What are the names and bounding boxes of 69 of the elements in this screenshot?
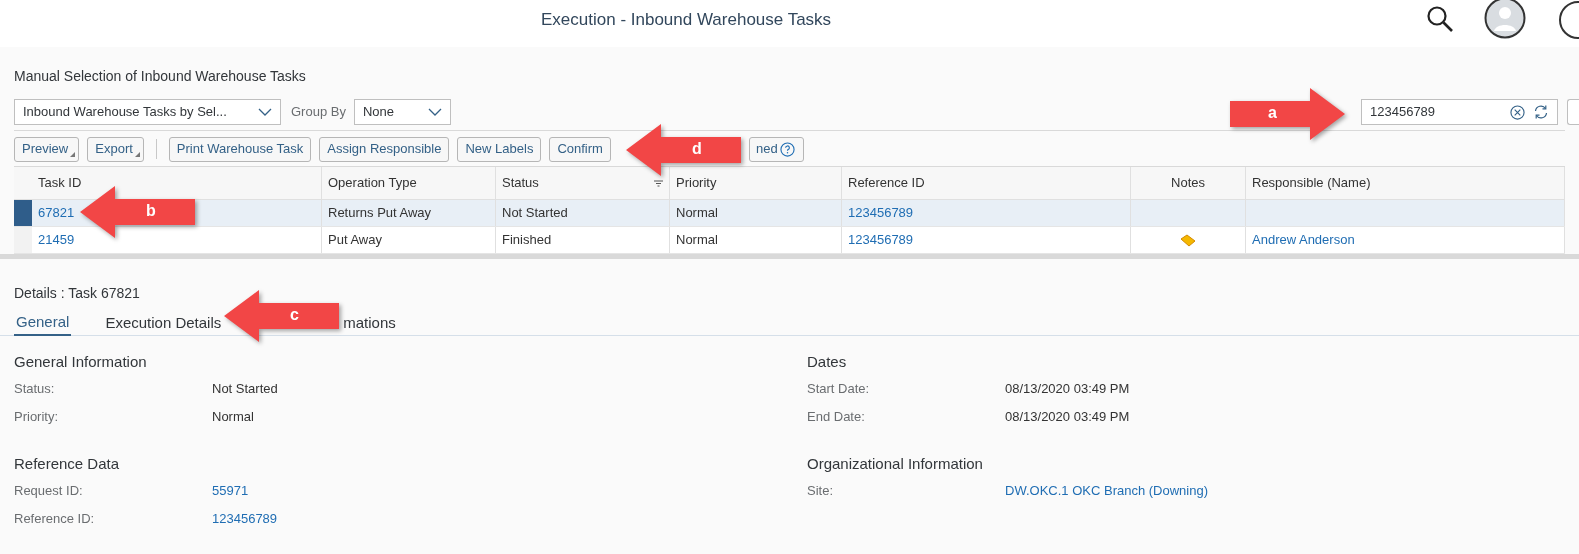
toolbar-button[interactable]: Assign Responsible (319, 136, 450, 162)
field-value-link[interactable]: DW.OKC.1 OKC Branch (Downing) (1005, 481, 1208, 501)
avatar-icon[interactable] (1484, 0, 1526, 39)
section-title: Reference Data (14, 453, 121, 474)
tab[interactable]: General (14, 310, 72, 336)
field-value: 08/13/2020 03:49 PM (1005, 380, 1130, 399)
table-cell-text: Put Away (328, 231, 382, 250)
callout-label: b (146, 201, 156, 221)
table-cell-text: Normal (676, 204, 718, 223)
filter-icon (654, 179, 663, 187)
table-cell-link[interactable]: Andrew Anderson (1252, 230, 1355, 250)
field-value: Normal (212, 408, 254, 427)
field-value: Not Started (212, 380, 278, 399)
field-label: Status: (14, 380, 56, 399)
table-cell-link[interactable]: 123456789 (848, 230, 914, 250)
field-label: Start Date: (807, 380, 871, 399)
table-cell-text: Finished (502, 231, 552, 250)
note-icon[interactable] (1180, 233, 1196, 247)
toolbar-button[interactable]: ned (748, 136, 804, 162)
section-title: General Information (14, 351, 148, 372)
details-title: Details : Task 67821 (14, 284, 141, 301)
section-title: Organizational Information (807, 453, 984, 474)
field-label: Reference ID: (14, 510, 96, 529)
field-label: Site: (807, 482, 834, 501)
callout-label: a (1268, 103, 1277, 123)
tab[interactable]: Execution Details (103, 310, 224, 336)
group-by-label: Group By (291, 103, 346, 122)
refresh-icon[interactable] (1533, 104, 1549, 120)
search-box[interactable]: 123456789 (1361, 99, 1558, 125)
clear-icon[interactable] (1510, 104, 1525, 120)
table-cell-link[interactable]: 21459 (38, 230, 75, 250)
callout-label: d (692, 139, 702, 159)
table-cell-link[interactable]: 123456789 (848, 203, 914, 223)
section-title: Dates (807, 351, 848, 372)
chevron-down-icon (427, 108, 442, 116)
table-row[interactable]: 21459 Put Away Finished Normal 123456789 Andrew Anderson (14, 227, 1565, 254)
column-header[interactable]: Reference ID (848, 173, 925, 193)
table-cell-text: Not Started (502, 204, 568, 223)
table-cell-text: Returns Put Away (328, 204, 432, 223)
callout-label: c (290, 305, 299, 325)
search-field[interactable]: 123456789 (1370, 102, 1502, 122)
variant-select[interactable]: Inbound Warehouse Tasks by Sel... (14, 99, 281, 125)
column-header[interactable]: Notes (1171, 173, 1205, 193)
field-value-link[interactable]: 123456789 (212, 509, 278, 529)
table-cell-text: Normal (676, 231, 718, 250)
toolbar-button[interactable]: Confirm (549, 136, 611, 162)
toolbar-button[interactable]: Print Warehouse Task (168, 136, 312, 162)
field-value: 08/13/2020 03:49 PM (1005, 408, 1130, 427)
menu-button[interactable]: Preview (14, 136, 80, 162)
field-label: Priority: (14, 408, 60, 427)
toolbar-button[interactable]: New Labels (457, 136, 542, 162)
corner-triangle-icon (134, 151, 140, 157)
field-value-link[interactable]: 55971 (212, 481, 249, 501)
field-label: Request ID: (14, 482, 84, 501)
column-header[interactable]: Operation Type (328, 173, 417, 193)
tab[interactable]: mations (341, 310, 398, 336)
chevron-down-icon (258, 108, 272, 116)
field-label: End Date: (807, 408, 866, 427)
column-header[interactable]: Status (502, 173, 539, 193)
table-cell-link[interactable]: 67821 (38, 203, 75, 223)
column-header[interactable]: Responsible (Name) (1252, 173, 1371, 193)
corner-triangle-icon (70, 151, 76, 157)
window-title: Execution - Inbound Warehouse Tasks (541, 9, 832, 31)
column-header[interactable]: Priority (676, 173, 717, 193)
group-by-select[interactable]: None (353, 99, 451, 125)
search-icon[interactable] (1426, 5, 1454, 33)
menu-button[interactable]: Export (87, 136, 144, 162)
page-title: Manual Selection of Inbound Warehouse Tasks (14, 67, 307, 86)
column-header[interactable]: Task ID (38, 173, 82, 193)
